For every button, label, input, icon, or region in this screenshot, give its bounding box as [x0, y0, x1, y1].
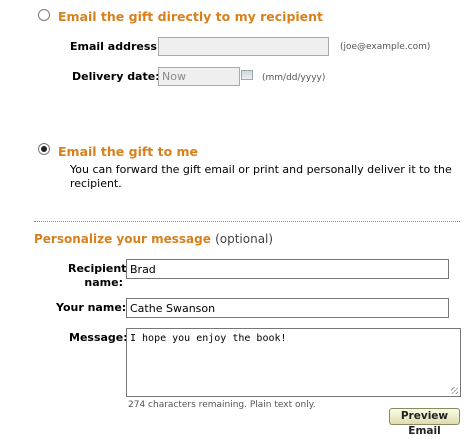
option-email-recipient-heading: Email the gift directly to my recipient: [58, 9, 324, 24]
delivery-date-label: Delivery date:: [72, 70, 160, 83]
your-name-input[interactable]: Cathe Swanson: [126, 298, 449, 318]
message-label: Message:: [69, 331, 128, 344]
recipient-name-label: Recipient name:: [68, 262, 127, 290]
delivery-date-hint: (mm/dd/yyyy): [262, 73, 326, 83]
personalize-title-text: Personalize your message: [34, 232, 211, 246]
section-divider: [34, 221, 460, 222]
recipient-label-line1: Recipient: [68, 262, 127, 275]
message-textarea[interactable]: I hope you enjoy the book!: [126, 328, 461, 397]
radio-email-recipient[interactable]: [38, 9, 50, 21]
resize-handle[interactable]: [451, 387, 458, 394]
radio-email-me[interactable]: [38, 143, 50, 155]
your-name-label: Your name:: [56, 301, 127, 314]
email-address-label: Email address:: [70, 40, 162, 53]
email-address-field[interactable]: [158, 37, 329, 56]
recipient-label-line2: name:: [84, 276, 123, 289]
option-email-me-heading: Email the gift to me: [58, 144, 199, 159]
delivery-date-field[interactable]: Now: [158, 67, 240, 86]
message-text: I hope you enjoy the book!: [130, 333, 287, 344]
email-hint: (joe@example.com): [340, 42, 431, 52]
option-email-me-description: You can forward the gift email or print …: [70, 163, 452, 190]
calendar-icon[interactable]: [241, 70, 253, 80]
recipient-name-input[interactable]: Brad: [126, 259, 449, 279]
personalize-optional: (optional): [215, 232, 274, 246]
preview-email-button[interactable]: Preview Email: [389, 408, 460, 437]
personalize-title: Personalize your message (optional): [34, 232, 273, 246]
chars-remaining: 274 characters remaining. Plain text onl…: [128, 400, 316, 410]
